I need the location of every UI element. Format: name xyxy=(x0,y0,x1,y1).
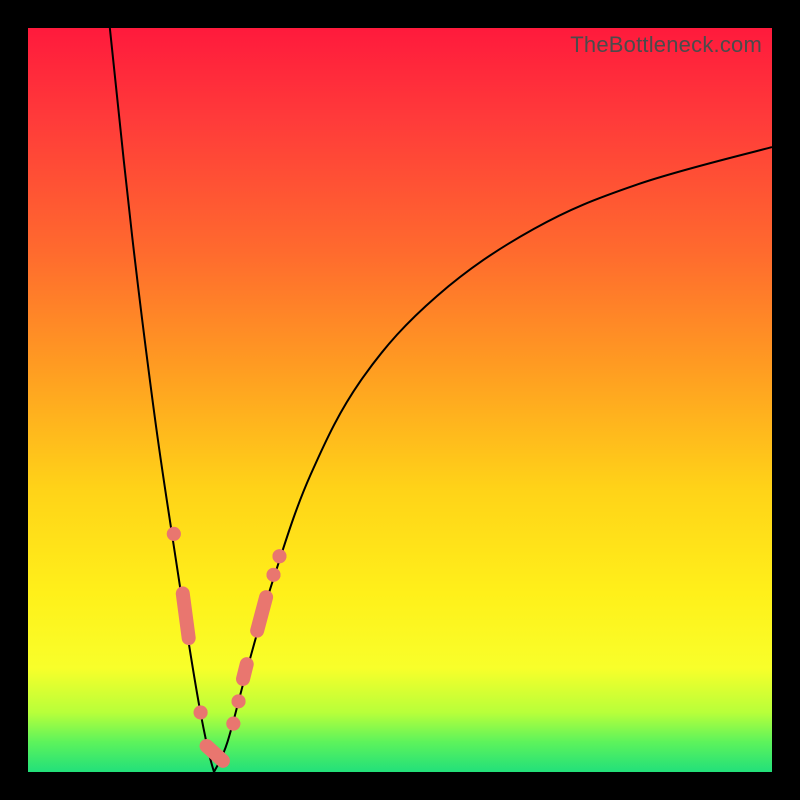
marker-dot xyxy=(267,568,281,582)
curve-right-branch xyxy=(214,147,772,772)
marker-capsule xyxy=(207,746,223,761)
marker-dot xyxy=(194,705,208,719)
marker-dot xyxy=(226,717,240,731)
marker-capsule xyxy=(183,593,189,638)
curve-layer xyxy=(28,28,772,772)
marker-group xyxy=(167,527,287,761)
marker-capsule xyxy=(243,664,247,679)
plot-area: TheBottleneck.com xyxy=(28,28,772,772)
chart-frame: TheBottleneck.com xyxy=(0,0,800,800)
marker-dot xyxy=(167,527,181,541)
marker-dot xyxy=(232,694,246,708)
curve-left-branch xyxy=(110,28,214,772)
marker-dot xyxy=(272,549,286,563)
marker-capsule xyxy=(257,597,266,630)
